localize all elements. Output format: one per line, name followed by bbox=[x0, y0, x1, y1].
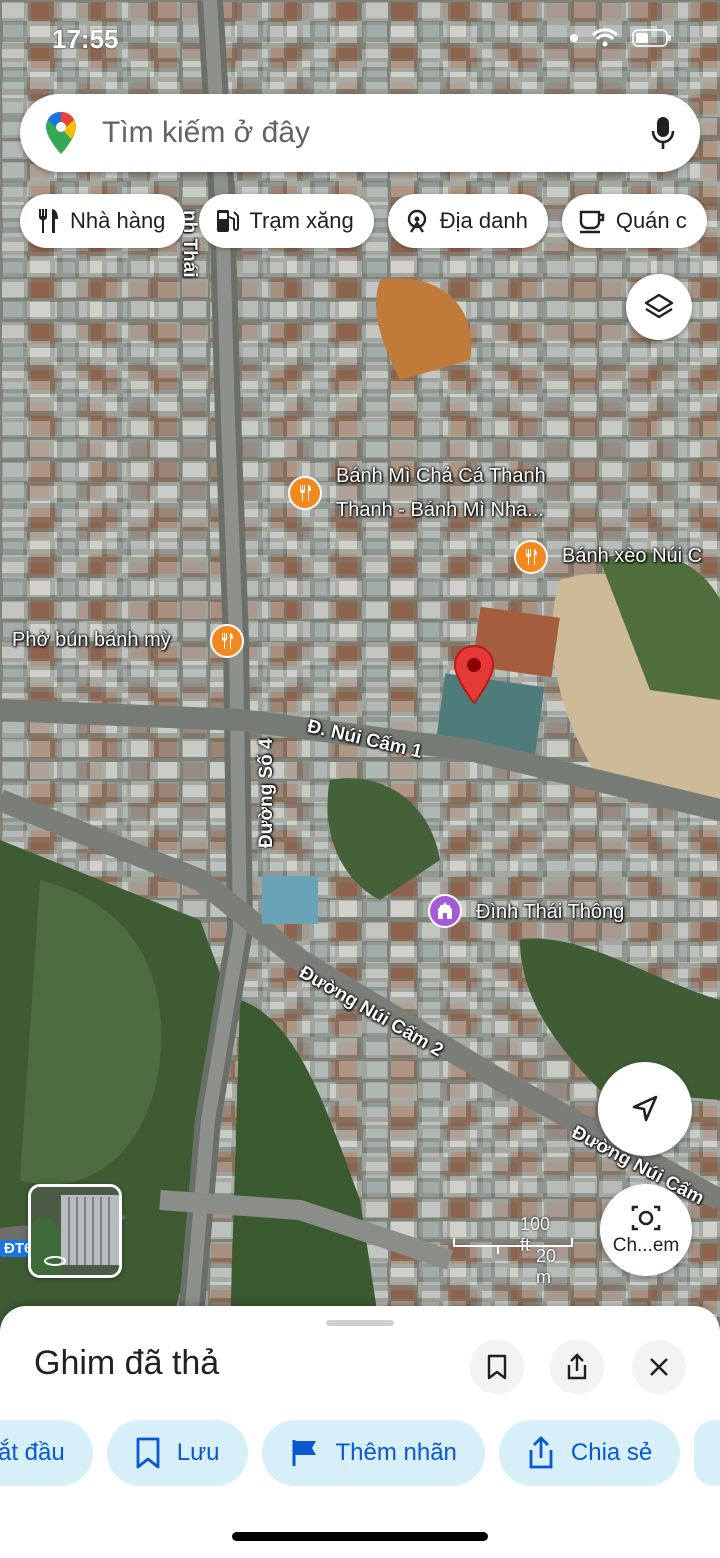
share-icon-button[interactable] bbox=[550, 1340, 604, 1394]
action-label: ắt đầu bbox=[0, 1439, 65, 1466]
status-icons bbox=[570, 28, 672, 48]
sheet-title: Ghim đã thả bbox=[34, 1344, 220, 1382]
gas-station-icon bbox=[217, 210, 240, 232]
action-label: Chia sẻ bbox=[570, 1439, 653, 1466]
scale-bar bbox=[453, 1238, 573, 1254]
signal-icon bbox=[570, 34, 578, 42]
camera-search-button[interactable]: Ch...em bbox=[600, 1184, 692, 1276]
chip-label: Nhà hàng bbox=[70, 208, 166, 233]
share-icon bbox=[567, 1353, 587, 1380]
navigation-arrow-icon bbox=[632, 1095, 658, 1122]
close-icon bbox=[650, 1358, 668, 1376]
restaurant-pin-icon[interactable] bbox=[288, 476, 322, 510]
battery-icon bbox=[632, 29, 671, 47]
landmark-icon bbox=[407, 209, 426, 233]
chip-restaurants[interactable]: Nhà hàng bbox=[20, 194, 186, 248]
coffee-icon bbox=[579, 210, 605, 234]
restaurant-pin-icon[interactable] bbox=[514, 540, 548, 574]
microphone-icon[interactable] bbox=[650, 115, 676, 151]
share-button[interactable]: Chia sẻ bbox=[498, 1420, 681, 1486]
bookmark-icon bbox=[487, 1354, 507, 1380]
more-actions-button[interactable] bbox=[694, 1420, 720, 1486]
poi-label-pho[interactable]: Phở bún bánh mỳ bbox=[12, 626, 171, 654]
flag-icon bbox=[292, 1440, 316, 1466]
search-input[interactable]: Tìm kiếm ở đây bbox=[102, 116, 650, 150]
status-time: 17:55 bbox=[52, 24, 119, 54]
google-maps-logo-icon bbox=[46, 112, 76, 154]
action-label: Lưu bbox=[176, 1439, 220, 1466]
poi-label-banh-mi-2[interactable]: Thanh - Bánh Mì Nha... bbox=[336, 496, 544, 524]
share-icon bbox=[529, 1436, 553, 1469]
save-icon-button[interactable] bbox=[470, 1340, 524, 1394]
street-view-image bbox=[31, 1187, 119, 1275]
layers-button[interactable] bbox=[626, 274, 692, 340]
place-bottom-sheet[interactable]: Ghim đã thả ắt đầu Lưu Thêm nhãn Chia sẻ bbox=[0, 1306, 720, 1558]
road-label-duong-so-4: Đường Số 4 bbox=[256, 738, 277, 848]
sheet-drag-handle[interactable] bbox=[326, 1320, 394, 1326]
camera-icon bbox=[631, 1205, 661, 1231]
restaurant-pin-icon[interactable] bbox=[210, 624, 244, 658]
close-button[interactable] bbox=[632, 1340, 686, 1394]
poi-label-dinh[interactable]: Đình Thái Thông bbox=[476, 898, 624, 926]
chip-coffee[interactable]: Quán c bbox=[561, 194, 707, 248]
poi-label-banh-xeo[interactable]: Bánh xèo Núi C bbox=[562, 542, 702, 570]
chip-gas-stations[interactable]: Trạm xăng bbox=[199, 194, 374, 248]
dropped-pin-icon[interactable] bbox=[452, 644, 496, 706]
poi-label-banh-mi-1[interactable]: Bánh Mì Chả Cá Thanh bbox=[336, 462, 546, 490]
search-bar[interactable]: Tìm kiếm ở đây bbox=[20, 94, 700, 172]
chip-landmarks[interactable]: Địa danh bbox=[387, 194, 548, 248]
home-indicator bbox=[232, 1532, 488, 1541]
camera-label: Ch...em bbox=[612, 1235, 680, 1256]
scale-m: 20 m bbox=[536, 1246, 557, 1287]
directions-button[interactable]: ắt đầu bbox=[0, 1420, 93, 1486]
category-chips: Nhà hàng Trạm xăng Địa danh Quán c bbox=[20, 194, 707, 248]
chip-label: Trạm xăng bbox=[249, 208, 354, 233]
save-button[interactable]: Lưu bbox=[106, 1420, 248, 1486]
add-label-button[interactable]: Thêm nhãn bbox=[261, 1420, 485, 1486]
bookmark-icon bbox=[136, 1437, 160, 1469]
restaurant-icon bbox=[39, 209, 58, 233]
action-label: Thêm nhãn bbox=[335, 1439, 457, 1466]
street-view-thumbnail[interactable] bbox=[28, 1184, 122, 1278]
chip-label: Quán c bbox=[615, 208, 687, 233]
chip-label: Địa danh bbox=[439, 208, 528, 233]
my-location-button[interactable] bbox=[598, 1062, 692, 1156]
temple-pin-icon[interactable] bbox=[428, 894, 462, 928]
action-buttons-row: ắt đầu Lưu Thêm nhãn Chia sẻ bbox=[0, 1420, 720, 1486]
layers-icon bbox=[644, 293, 674, 319]
wifi-icon bbox=[592, 28, 618, 47]
